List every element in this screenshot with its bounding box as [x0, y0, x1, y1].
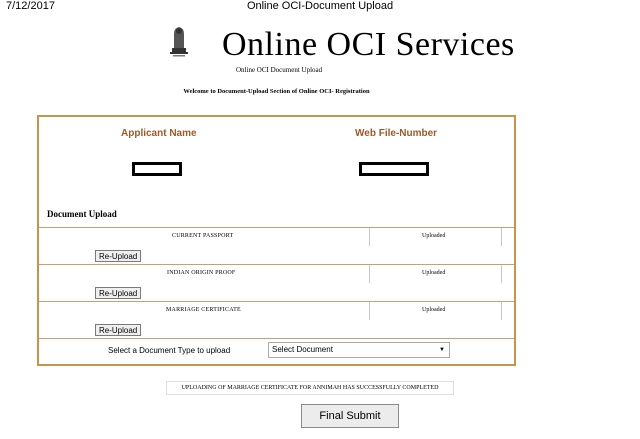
success-message: UPLOADING OF MARRIAGE CERTIFICATE FOR AN… [166, 381, 454, 395]
webfile-number-redacted [359, 162, 429, 176]
document-status: Uploaded [422, 270, 446, 276]
welcome-text: Welcome to Document-Upload Section of On… [183, 88, 370, 95]
document-name: INDIAN ORIGIN PROOF [167, 270, 236, 276]
applicant-name-redacted [132, 162, 182, 176]
re-upload-button-current-passport[interactable]: Re-Upload [95, 250, 142, 262]
column-divider [369, 265, 370, 283]
national-emblem-icon [170, 27, 188, 57]
print-page-title: Online OCI-Document Upload [246, 0, 394, 12]
applicant-name-label: Applicant Name [121, 128, 197, 139]
document-status: Uploaded [422, 307, 446, 313]
document-name: MARRIAGE CERTIFICATE [166, 307, 241, 313]
select-document-label: Select a Document Type to upload [108, 346, 231, 355]
row-divider [39, 264, 514, 265]
column-divider [369, 228, 370, 246]
document-status: Uploaded [422, 233, 446, 239]
row-divider [39, 338, 514, 339]
chevron-down-icon: ▼ [439, 347, 445, 353]
document-name: CURRENT PASSPORT [172, 233, 234, 239]
column-divider [501, 302, 502, 320]
document-type-select[interactable]: Select Document ▼ [268, 342, 450, 358]
re-upload-button-marriage-certificate[interactable]: Re-Upload [95, 324, 142, 336]
row-divider [39, 227, 514, 228]
column-divider [501, 265, 502, 283]
site-title: Online OCI Services [222, 26, 515, 63]
re-upload-button-indian-origin-proof[interactable]: Re-Upload [95, 287, 142, 299]
final-submit-button[interactable]: Final Submit [301, 404, 399, 428]
row-divider [39, 301, 514, 302]
webfile-number-label: Web File-Number [355, 128, 438, 139]
document-upload-heading: Document Upload [47, 209, 117, 219]
column-divider [369, 302, 370, 320]
document-type-select-value: Select Document [272, 345, 333, 354]
column-divider [501, 228, 502, 246]
site-subtitle: Online OCI Document Upload [236, 66, 323, 74]
